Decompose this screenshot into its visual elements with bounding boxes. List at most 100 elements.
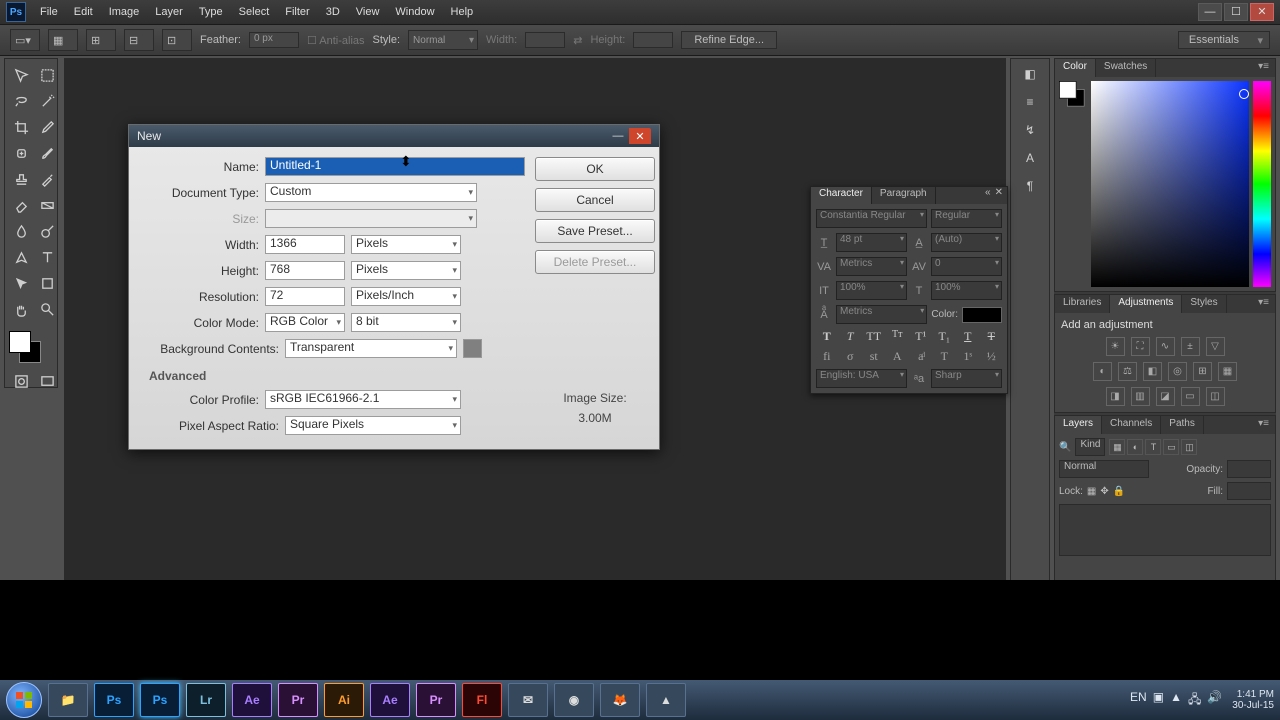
tray-up-icon[interactable]: ▲ [1170,690,1182,711]
intersect-selection-icon[interactable]: ⊡ [162,29,192,51]
ok-button[interactable]: OK [535,157,655,181]
font-weight-select[interactable]: Regular [931,209,1002,228]
opentype-st[interactable]: st [866,349,882,364]
lock-position-icon[interactable]: ✥ [1100,486,1108,497]
type-panel-icon[interactable]: A [1021,149,1039,167]
marquee-tool[interactable] [35,63,59,87]
opentype-ad[interactable]: aͩ [913,349,929,364]
tray-clock-time[interactable]: 1:41 PM [1232,689,1274,700]
tab-paths[interactable]: Paths [1161,416,1204,434]
tool-preset-dropdown[interactable]: ▭▾ [10,29,40,51]
adj-photo-filter[interactable]: ◎ [1168,362,1187,381]
smallcaps-button[interactable]: Tᴛ [889,329,905,344]
tray-flag-icon[interactable]: ▣ [1153,690,1164,711]
menu-layer[interactable]: Layer [147,0,191,24]
colormode-select[interactable]: RGB Color [265,313,345,332]
wand-tool[interactable] [35,89,59,113]
layers-list[interactable] [1059,504,1271,556]
vscale-input[interactable]: 100% [836,281,907,300]
font-family-select[interactable]: Constantia Regular [816,209,927,228]
resolution-input[interactable]: 72 [265,287,345,306]
adj-exposure[interactable]: ± [1181,337,1200,356]
tray-network-icon[interactable]: 🖧 [1188,690,1201,711]
menu-3d[interactable]: 3D [318,0,348,24]
taskbar-photoshop-2[interactable]: Ps [140,683,180,717]
opentype-sigma[interactable]: σ [842,349,858,364]
font-size-select[interactable]: 48 pt [836,233,907,252]
menu-file[interactable]: File [32,0,66,24]
height-input[interactable]: 768 [265,261,345,280]
menu-view[interactable]: View [348,0,388,24]
subtract-selection-icon[interactable]: ⊟ [124,29,154,51]
menu-type[interactable]: Type [191,0,231,24]
tray-clock-date[interactable]: 30-Jul-15 [1232,700,1274,711]
feather-input[interactable]: 0 px [249,32,299,48]
tab-color[interactable]: Color [1055,59,1096,77]
crop-tool[interactable] [9,115,33,139]
antialias-checkbox[interactable]: ☐ Anti-alias [307,34,365,47]
opentype-fi[interactable]: fi [819,349,835,364]
baseline-input[interactable]: Metrics [836,305,927,324]
adj-panel-menu[interactable]: ▾≡ [1252,295,1275,313]
taskbar-aftereffects-2[interactable]: Ae [370,683,410,717]
taskbar-chrome[interactable]: ◉ [554,683,594,717]
adj-threshold[interactable]: ◪ [1156,387,1175,406]
menu-select[interactable]: Select [231,0,278,24]
dialog-close[interactable]: ✕ [629,128,651,144]
tab-swatches[interactable]: Swatches [1096,59,1156,77]
path-tool[interactable] [9,271,33,295]
opentype-T1[interactable]: T [936,349,952,364]
dialog-titlebar[interactable]: New — ✕ [129,125,659,147]
kerning-select[interactable]: Metrics [836,257,907,276]
adj-hue[interactable]: ◐ [1093,362,1112,381]
taskbar-flash[interactable]: Fl [462,683,502,717]
layer-fill[interactable] [1227,482,1271,500]
colordepth-select[interactable]: 8 bit [351,313,461,332]
blur-tool[interactable] [9,219,33,243]
tab-layers[interactable]: Layers [1055,416,1102,434]
tab-adjustments[interactable]: Adjustments [1110,295,1182,313]
save-preset-button[interactable]: Save Preset... [535,219,655,243]
paragraph-panel-icon[interactable]: ¶ [1021,177,1039,195]
adj-gradient-map[interactable]: ▭ [1181,387,1200,406]
menu-image[interactable]: Image [101,0,148,24]
width-unit-select[interactable]: Pixels [351,235,461,254]
hue-slider[interactable] [1253,81,1271,287]
taskbar-aftereffects[interactable]: Ae [232,683,272,717]
tray-lang[interactable]: EN [1130,690,1147,711]
tab-channels[interactable]: Channels [1102,416,1161,434]
adj-channel-mixer[interactable]: ⊞ [1193,362,1212,381]
dialog-minimize[interactable]: — [607,128,629,144]
lasso-tool[interactable] [9,89,33,113]
filter-adjust-icon[interactable]: ◐ [1127,439,1143,455]
window-maximize[interactable]: ☐ [1224,3,1248,21]
eraser-tool[interactable] [9,193,33,217]
adj-balance[interactable]: ⚖ [1118,362,1137,381]
menu-help[interactable]: Help [443,0,482,24]
adj-invert[interactable]: ◨ [1106,387,1125,406]
filter-smart-icon[interactable]: ◫ [1181,439,1197,455]
adj-vibrance[interactable]: ▽ [1206,337,1225,356]
stamp-tool[interactable] [9,167,33,191]
style-select[interactable]: Normal [408,30,478,50]
bgcontents-swatch[interactable] [463,339,482,358]
taskbar-illustrator[interactable]: Ai [324,683,364,717]
char-close-icon[interactable]: ✕ [995,187,1003,204]
taskbar-premiere[interactable]: Pr [278,683,318,717]
tab-styles[interactable]: Styles [1182,295,1226,313]
taskbar-explorer[interactable]: 📁 [48,683,88,717]
superscript-button[interactable]: T¹ [913,329,929,344]
bold-button[interactable]: T [819,329,835,344]
layer-blend-mode[interactable]: Normal [1059,460,1149,478]
foreground-color[interactable] [9,331,31,353]
leading-select[interactable]: (Auto) [931,233,1002,252]
cancel-button[interactable]: Cancel [535,188,655,212]
opentype-half[interactable]: ½ [983,349,999,364]
adj-lookup[interactable]: ▦ [1218,362,1237,381]
brush-tool[interactable] [35,141,59,165]
new-selection-icon[interactable]: ▦ [48,29,78,51]
adj-brightness[interactable]: ☀ [1106,337,1125,356]
hscale-input[interactable]: 100% [931,281,1002,300]
properties-panel-icon[interactable]: ≡ [1021,93,1039,111]
adj-levels[interactable]: ⛶ [1131,337,1150,356]
